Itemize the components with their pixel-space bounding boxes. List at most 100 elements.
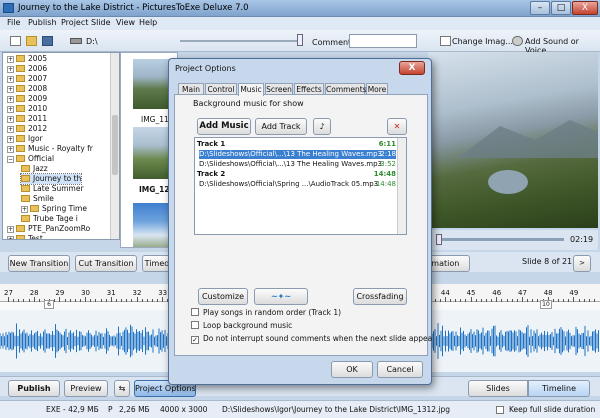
add-track-button[interactable]: Add Track [255, 118, 307, 135]
preview-progress-track[interactable] [438, 238, 564, 241]
tree-item[interactable]: Trube Tage i [21, 214, 78, 224]
expander-icon[interactable]: + [21, 206, 28, 213]
slide-preview [428, 52, 598, 228]
maximize-button[interactable]: □ [551, 1, 571, 15]
tree-item[interactable]: +2008 [7, 84, 47, 94]
menu-file[interactable]: File [7, 18, 20, 27]
slide-marker-left[interactable]: 6 [44, 300, 54, 309]
track-duration: 14:48 [373, 170, 396, 178]
track-item[interactable]: D:\Slideshows\Official\...\13 The Healin… [199, 150, 396, 159]
expander-icon[interactable]: + [7, 136, 14, 143]
option-checkbox[interactable]: ✓ [191, 336, 199, 344]
tree-item[interactable]: +2005 [7, 54, 47, 64]
tree-item[interactable]: + Igor [7, 134, 43, 144]
loop-icon[interactable]: ⇆ [114, 380, 130, 397]
option-row[interactable]: Loop background music [191, 321, 292, 330]
track-header[interactable]: Track 2 14:48 [197, 170, 396, 179]
minimize-button[interactable]: – [530, 1, 550, 15]
tree-item[interactable]: +2007 [7, 74, 47, 84]
new-transition-button[interactable]: New Transition [8, 255, 70, 272]
menu-publish[interactable]: Publish [28, 18, 57, 27]
folder-icon [21, 175, 30, 182]
menu-project[interactable]: Project [61, 18, 88, 27]
menu-slide[interactable]: Slide [91, 18, 111, 27]
cut-transition-button[interactable]: Cut Transition [75, 255, 137, 272]
tree-item[interactable]: + Music - Royalty fr [7, 144, 93, 154]
tree-scroll-thumb[interactable] [112, 115, 118, 175]
expander-icon[interactable]: + [7, 116, 14, 123]
tree-item[interactable]: +2012 [7, 124, 47, 134]
expander-icon[interactable]: + [7, 126, 14, 133]
tree-item-label: 2011 [28, 114, 48, 123]
track-label: Track 1 [197, 140, 226, 148]
tab-timeline[interactable]: Timeline [528, 380, 590, 397]
tree-item[interactable]: Jazz [21, 164, 48, 174]
tree-item[interactable]: Journey to th [19, 173, 83, 185]
expander-icon[interactable]: + [7, 236, 14, 239]
track-duration: 14:48 [375, 180, 396, 188]
tree-item[interactable]: + PTE_PanZoomRo [7, 224, 90, 234]
expander-icon[interactable]: + [7, 146, 14, 153]
tree-item[interactable]: Smile [21, 194, 54, 204]
tree-item[interactable]: +2006 [7, 64, 47, 74]
expander-icon[interactable]: + [7, 226, 14, 233]
crossfading-button[interactable]: Crossfading [353, 288, 407, 305]
ok-button[interactable]: OK [331, 361, 373, 378]
expander-icon[interactable]: + [7, 56, 14, 63]
track-label: Track 2 [197, 170, 226, 178]
tree-scrollbar[interactable] [110, 53, 119, 239]
folder-icon [16, 135, 25, 142]
save-icon[interactable] [42, 36, 53, 46]
publish-button[interactable]: Publish [8, 380, 60, 397]
tab-slides[interactable]: Slides [468, 380, 528, 397]
music-track-list[interactable]: Track 1 6:11 D:\Slideshows\Official\...\13… [194, 137, 407, 235]
delete-icon[interactable]: ✕ [387, 118, 407, 135]
tree-item[interactable]: +2011 [7, 114, 47, 124]
expander-icon[interactable]: − [7, 156, 14, 163]
option-row[interactable]: Play songs in random order (Track 1) [191, 308, 341, 317]
tree-item[interactable]: + Test [7, 234, 43, 239]
tree-item[interactable]: +2009 [7, 94, 47, 104]
track-header[interactable]: Track 1 6:11 [197, 140, 396, 149]
option-row[interactable]: ✓ Do not interrupt sound comments when th… [191, 334, 432, 344]
track-item[interactable]: D:\Slideshows\Official\Spring ...\AudioT… [199, 180, 396, 189]
dialog-close-button[interactable]: X [399, 61, 425, 75]
expander-icon[interactable]: + [7, 76, 14, 83]
expander-icon[interactable]: + [7, 106, 14, 113]
new-file-icon[interactable] [10, 36, 21, 46]
tree-item[interactable]: Late Summer [21, 184, 84, 194]
comment-input[interactable] [349, 34, 417, 48]
change-image-button[interactable]: Change Imag... [452, 37, 513, 46]
speaker-icon[interactable] [512, 36, 523, 46]
track-item[interactable]: D:\Slideshows\Official\...\13 The Healin… [199, 160, 396, 169]
close-window-button[interactable]: X [572, 1, 598, 15]
open-folder-icon[interactable] [26, 36, 37, 46]
tab-music[interactable]: Music [238, 83, 264, 96]
cancel-button[interactable]: Cancel [377, 361, 423, 378]
preview-button[interactable]: Preview [64, 380, 108, 397]
add-music-button[interactable]: Add Music [197, 118, 251, 135]
zoom-slider-track[interactable] [180, 40, 300, 42]
status-bar: EXE - 42,9 МБ P 2,26 МБ 4000 x 3000 D:\S… [0, 400, 600, 418]
menu-help[interactable]: Help [139, 18, 157, 27]
keep-duration-checkbox[interactable] [496, 406, 504, 414]
expander-icon[interactable]: + [7, 66, 14, 73]
folder-tree[interactable]: +2005 +2006 +2007 +2008 +2009 +2010 +2011 +2012… [2, 52, 120, 240]
preview-progress-thumb[interactable] [436, 234, 442, 245]
customize-button[interactable]: Customize [198, 288, 248, 305]
slide-nav-button[interactable]: > [573, 255, 591, 272]
slide-marker-right[interactable]: 10 [540, 300, 552, 309]
tree-item[interactable]: + Spring Time [21, 204, 87, 214]
menu-view[interactable]: View [116, 18, 135, 27]
option-checkbox[interactable] [191, 308, 199, 316]
tracklist-scrollbar[interactable] [397, 138, 406, 234]
tree-item[interactable]: − Official [7, 154, 54, 164]
change-image-icon[interactable] [440, 36, 451, 46]
tree-item[interactable]: +2010 [7, 104, 47, 114]
option-checkbox[interactable] [191, 321, 199, 329]
waveform-button[interactable]: ~✦~ [254, 288, 308, 305]
expander-icon[interactable]: + [7, 96, 14, 103]
microphone-icon[interactable]: ♪ [313, 118, 331, 135]
zoom-slider-thumb[interactable] [297, 34, 303, 46]
expander-icon[interactable]: + [7, 86, 14, 93]
